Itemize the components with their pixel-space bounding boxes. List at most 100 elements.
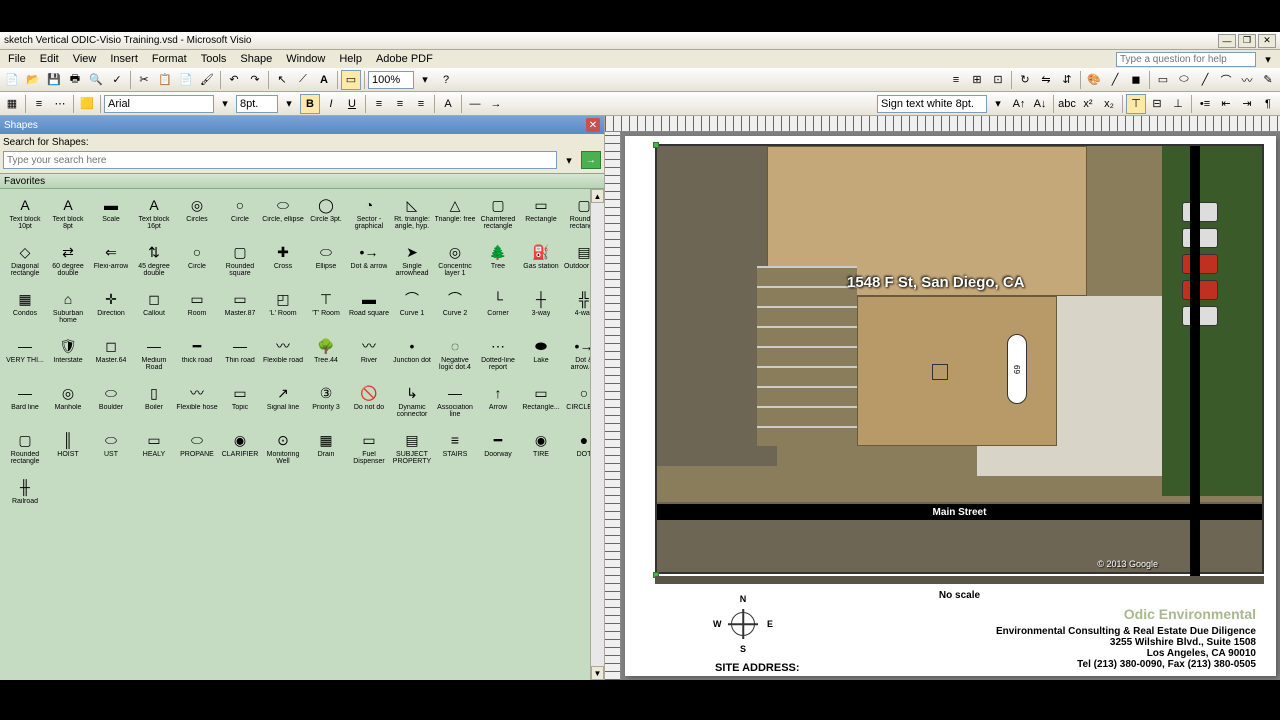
shape-stencil-item[interactable]: ⌂Suburban home (47, 287, 89, 333)
shape-stencil-item[interactable]: AText block 10pt (4, 193, 46, 239)
shape-stencil-item[interactable]: ⛽Gas station (520, 240, 562, 286)
decrease-indent-icon[interactable]: ⇤ (1216, 94, 1236, 114)
shape-stencil-item[interactable]: △Triangle: free (434, 193, 476, 239)
fontsize-select[interactable] (236, 95, 278, 113)
shape-stencil-item[interactable]: ◰'L' Room (262, 287, 304, 333)
shape-arc-icon[interactable]: ⌒ (1216, 70, 1236, 90)
menu-shape[interactable]: Shape (234, 52, 278, 66)
help-dropdown-icon[interactable]: ▾ (1258, 49, 1278, 69)
shape-stencil-item[interactable]: ◻Master.64 (90, 334, 132, 380)
shape-stencil-item[interactable]: ⬭Ellipse (305, 240, 347, 286)
shape-stencil-item[interactable]: ▭Rectangle (520, 193, 562, 239)
shape-stencil-item[interactable]: ▭Room (176, 287, 218, 333)
align-left-icon[interactable]: ≡ (369, 94, 389, 114)
format-painter-icon[interactable]: 🖌 (197, 70, 217, 90)
vertical-line-shape[interactable] (1190, 146, 1200, 596)
line-icon[interactable]: ╱ (1105, 70, 1125, 90)
shape-stencil-item[interactable]: ⬬Lake (520, 334, 562, 380)
street-label-shape[interactable]: Main Street (657, 504, 1262, 520)
close-panel-icon[interactable]: ✕ (586, 118, 600, 132)
shape-stencil-item[interactable]: ⊙Monitoring Well (262, 428, 304, 474)
scroll-up-icon[interactable]: ▲ (591, 189, 604, 203)
shape-stencil-item[interactable]: ◯Circle 3pt. (305, 193, 347, 239)
shape-stencil-item[interactable]: ◔Sector - graphical (348, 193, 390, 239)
redo-icon[interactable]: ↷ (245, 70, 265, 90)
shape-stencil-item[interactable]: ▢Rounded rectangle (4, 428, 46, 474)
spelling-icon[interactable]: ✓ (107, 70, 127, 90)
shape-stencil-item[interactable]: ◎Manhole (47, 381, 89, 427)
save-icon[interactable]: 💾 (44, 70, 64, 90)
shape-stencil-item[interactable]: —VERY THI... (4, 334, 46, 380)
align-center-icon[interactable]: ≡ (390, 94, 410, 114)
shape-stencil-item[interactable]: AText block 8pt (47, 193, 89, 239)
shapes-scrollbar[interactable]: ▲ ▼ (590, 189, 604, 680)
font-dropdown-icon[interactable]: ▾ (215, 94, 235, 114)
shape-line-icon[interactable]: ╱ (1195, 70, 1215, 90)
shape-stencil-item[interactable]: ◎Circles (176, 193, 218, 239)
preview-icon[interactable]: 🔍 (86, 70, 106, 90)
shape-stencil-item[interactable]: ⬭PROPANE (176, 428, 218, 474)
shape-stencil-item[interactable]: ▢Rounded square (219, 240, 261, 286)
connector-icon[interactable]: ⟋ (293, 70, 313, 90)
text-icon[interactable]: A (314, 70, 334, 90)
shape-stencil-item[interactable]: ⌒Curve 1 (391, 287, 433, 333)
drawing-page[interactable]: 69 1548 F St, San Diego, CA Main Street … (625, 136, 1276, 676)
line-weight-icon[interactable]: ≡ (29, 94, 49, 114)
shape-stencil-item[interactable]: ▦Drain (305, 428, 347, 474)
style-select[interactable] (877, 95, 987, 113)
rectangle-tool-icon[interactable]: ▭ (341, 70, 361, 90)
favorites-header[interactable]: Favorites (0, 173, 604, 189)
align-middle-icon[interactable]: ⊟ (1147, 94, 1167, 114)
fontsize-dropdown-icon[interactable]: ▾ (279, 94, 299, 114)
shape-stencil-item[interactable]: 🌳Tree.44 (305, 334, 347, 380)
fill-color-icon[interactable]: 🟨 (77, 94, 97, 114)
shape-stencil-item[interactable]: ▯Boiler (133, 381, 175, 427)
underline-button[interactable]: U (342, 94, 362, 114)
flip-h-icon[interactable]: ⇋ (1036, 70, 1056, 90)
menu-window[interactable]: Window (280, 52, 331, 66)
decrease-font-icon[interactable]: A↓ (1030, 94, 1050, 114)
copy-icon[interactable]: 📋 (155, 70, 175, 90)
shape-rect-icon[interactable]: ▭ (1153, 70, 1173, 90)
style-dropdown-icon[interactable]: ▾ (988, 94, 1008, 114)
shape-stencil-item[interactable]: •→Dot & arrow (348, 240, 390, 286)
shape-stencil-item[interactable]: •Junction dot (391, 334, 433, 380)
scroll-down-icon[interactable]: ▼ (591, 666, 604, 680)
menu-edit[interactable]: Edit (34, 52, 65, 66)
shape-stencil-item[interactable]: 〰Flexible road (262, 334, 304, 380)
shape-stencil-item[interactable]: ↑Arrow (477, 381, 519, 427)
increase-font-icon[interactable]: A↑ (1009, 94, 1029, 114)
ruler-horizontal[interactable] (605, 116, 1280, 132)
font-select[interactable] (104, 95, 214, 113)
open-icon[interactable]: 📂 (23, 70, 43, 90)
menu-adobe-pdf[interactable]: Adobe PDF (370, 52, 439, 66)
distribute-icon[interactable]: ⊞ (967, 70, 987, 90)
shapes-search-input[interactable] (3, 151, 557, 169)
shape-stencil-item[interactable]: 🛡Interstate (47, 334, 89, 380)
help-icon[interactable]: ? (436, 70, 456, 90)
rotate-icon[interactable]: ↻ (1015, 70, 1035, 90)
line-pattern-icon[interactable]: ⋯ (50, 94, 70, 114)
shape-stencil-item[interactable]: ━Doorway (477, 428, 519, 474)
shape-stencil-item[interactable]: ⬭Circle, ellipse (262, 193, 304, 239)
close-button[interactable]: ✕ (1258, 34, 1276, 48)
shape-stencil-item[interactable]: ⇄60 degree double (47, 240, 89, 286)
shape-stencil-item[interactable]: ✛Direction (90, 287, 132, 333)
shape-stencil-item[interactable]: ║HOIST (47, 428, 89, 474)
align-top-icon[interactable]: ⊤ (1126, 94, 1146, 114)
shape-stencil-item[interactable]: 🌲Tree (477, 240, 519, 286)
help-search-input[interactable] (1116, 52, 1256, 67)
paste-icon[interactable]: 📄 (176, 70, 196, 90)
shapes-icon[interactable]: ▦ (2, 94, 22, 114)
shape-stencil-item[interactable]: ⇅45 degree double (133, 240, 175, 286)
shape-stencil-item[interactable]: ⬭Boulder (90, 381, 132, 427)
print-icon[interactable]: 🖶 (65, 70, 85, 90)
bold-button[interactable]: B (300, 94, 320, 114)
shape-stencil-item[interactable]: ▬Road square (348, 287, 390, 333)
shape-stencil-item[interactable]: ⌒Curve 2 (434, 287, 476, 333)
shape-stencil-item[interactable]: ▬Scale (90, 193, 132, 239)
shape-stencil-item[interactable]: └Corner (477, 287, 519, 333)
paragraph-icon[interactable]: ¶ (1258, 94, 1278, 114)
shape-stencil-item[interactable]: ◺Rt. triangle: angle, hyp. (391, 193, 433, 239)
menu-file[interactable]: File (2, 52, 32, 66)
